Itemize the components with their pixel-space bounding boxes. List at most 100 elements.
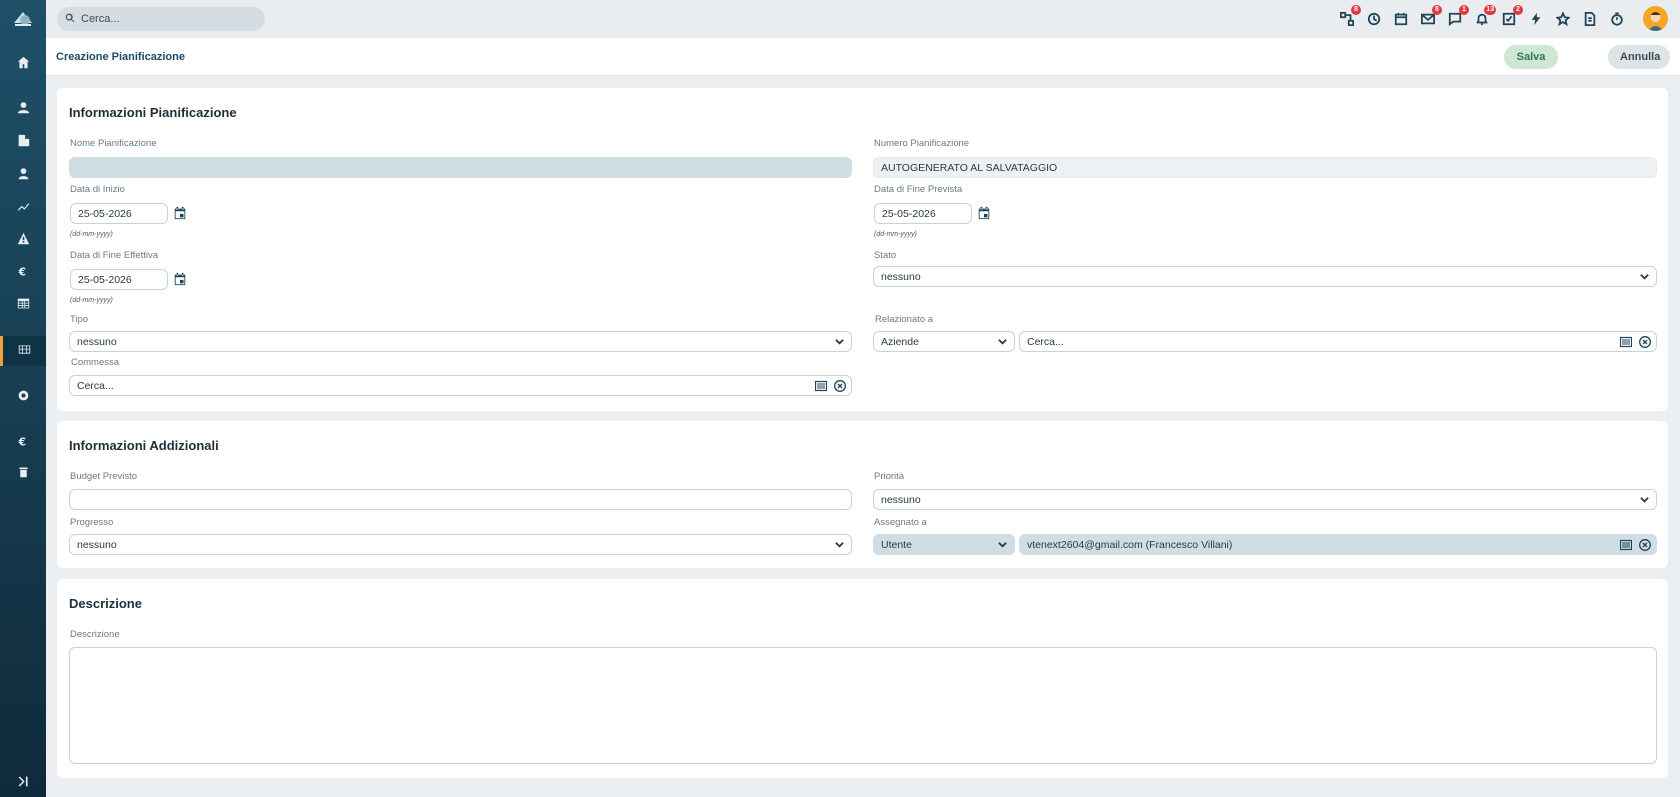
relazionato-module-value: Aziende xyxy=(881,335,919,348)
process-icon[interactable]: 8 xyxy=(1339,5,1361,27)
tipo-select[interactable]: nessuno xyxy=(69,331,852,352)
date-format-hint: (dd-mm-yyyy) xyxy=(874,231,917,238)
sidebar-item-finance[interactable]: € xyxy=(0,258,46,288)
chevron-down-icon xyxy=(835,540,844,549)
progresso-value: nessuno xyxy=(77,538,117,551)
sidebar-item-settings[interactable] xyxy=(0,382,46,412)
priorita-select[interactable]: nessuno xyxy=(873,489,1657,510)
search-icon xyxy=(65,13,75,26)
chevron-down-icon xyxy=(835,337,844,346)
sidebar-item-billing[interactable]: € xyxy=(0,428,46,458)
save-button[interactable]: Salva xyxy=(1504,45,1558,69)
euro-icon: € xyxy=(17,265,30,281)
sidebar-item-companies[interactable] xyxy=(0,127,46,157)
assegnato-type-value: Utente xyxy=(881,538,912,551)
sidebar-item-sales[interactable] xyxy=(0,193,46,223)
clear-icon[interactable] xyxy=(1639,336,1651,348)
section-title: Descrizione xyxy=(69,596,142,611)
trend-icon xyxy=(17,200,30,216)
section-informazioni-addizionali: Informazioni Addizionali Budget Previsto… xyxy=(57,421,1668,568)
sidebar-item-people[interactable] xyxy=(0,160,46,190)
data-inizio-label: Data di Inizio xyxy=(70,184,125,195)
tasks-badge: 2 xyxy=(1513,5,1523,15)
calendar-icon[interactable] xyxy=(977,206,991,220)
data-fine-prevista-input[interactable]: 25-05-2026 xyxy=(874,203,972,224)
bell-icon[interactable]: 13 xyxy=(1474,5,1496,27)
budget-input[interactable] xyxy=(69,489,852,510)
star-icon[interactable] xyxy=(1555,11,1571,27)
tipo-label: Tipo xyxy=(70,314,89,325)
chat-badge: 1 xyxy=(1459,5,1469,15)
home-icon xyxy=(17,56,30,72)
calendar-icon[interactable] xyxy=(173,206,187,220)
tasks-icon[interactable]: 2 xyxy=(1501,5,1523,27)
document-icon[interactable] xyxy=(1582,11,1598,27)
date-format-hint: (dd-mm-yyyy) xyxy=(70,297,113,304)
page-header: Creazione Pianificazione Salva Annulla xyxy=(46,38,1680,76)
sidebar-item-table[interactable] xyxy=(0,290,46,320)
commessa-label: Commessa xyxy=(71,357,120,368)
relazionato-module-select[interactable]: Aziende xyxy=(873,331,1015,352)
timer-icon[interactable] xyxy=(1609,11,1625,27)
sidebar-item-archive[interactable] xyxy=(0,458,46,488)
data-fine-effettiva-input[interactable]: 25-05-2026 xyxy=(70,269,168,290)
stato-value: nessuno xyxy=(881,270,921,283)
sidebar-item-planning[interactable] xyxy=(0,336,46,366)
bell-badge: 13 xyxy=(1484,5,1496,15)
relazionato-search-placeholder: Cerca... xyxy=(1027,335,1064,348)
user-outline-icon xyxy=(17,101,30,117)
sidebar-expand-button[interactable] xyxy=(0,768,46,797)
cancel-button[interactable]: Annulla xyxy=(1608,45,1670,69)
mail-badge: 8 xyxy=(1432,5,1442,15)
euro-icon: € xyxy=(17,435,30,451)
history-icon[interactable] xyxy=(1366,11,1382,27)
calendar-icon[interactable] xyxy=(1393,11,1409,27)
app-logo-icon[interactable] xyxy=(11,9,35,29)
numero-label: Numero Pianificazione xyxy=(874,138,970,149)
global-search[interactable] xyxy=(57,7,265,31)
search-input[interactable] xyxy=(81,13,251,25)
data-inizio-input[interactable]: 25-05-2026 xyxy=(70,203,168,224)
chevron-down-icon xyxy=(1640,495,1649,504)
sidebar-item-home[interactable] xyxy=(0,49,46,79)
chat-icon[interactable]: 1 xyxy=(1447,5,1469,27)
expand-icon xyxy=(17,775,30,791)
progresso-select[interactable]: nessuno xyxy=(69,534,852,555)
svg-text:€: € xyxy=(17,267,25,278)
mail-icon[interactable]: 8 xyxy=(1420,5,1442,27)
calendar-icon[interactable] xyxy=(173,272,187,286)
grid-icon xyxy=(18,343,31,359)
section-title: Informazioni Addizionali xyxy=(69,438,219,453)
tipo-value: nessuno xyxy=(77,335,117,348)
section-descrizione: Descrizione Descrizione xyxy=(57,579,1668,778)
assegnato-user-field[interactable]: vtenext2604@gmail.com (Francesco Villani… xyxy=(1019,534,1657,555)
warning-icon xyxy=(17,232,30,248)
clear-icon[interactable] xyxy=(1639,539,1651,551)
svg-text:€: € xyxy=(17,437,25,448)
sidebar-item-tickets[interactable] xyxy=(0,225,46,255)
assegnato-type-select[interactable]: Utente xyxy=(873,534,1015,555)
avatar[interactable] xyxy=(1643,6,1668,31)
list-icon[interactable] xyxy=(1619,539,1633,551)
topbar: 8 8 1 13 2 xyxy=(46,0,1680,38)
chevron-down-icon xyxy=(998,540,1007,549)
commessa-search-placeholder: Cerca... xyxy=(77,379,114,392)
numero-pianificazione-field: AUTOGENERATO AL SALVATAGGIO xyxy=(873,157,1657,178)
stato-label: Stato xyxy=(874,250,897,261)
commessa-search-field[interactable]: Cerca... xyxy=(69,375,852,396)
relazionato-label: Relazionato a xyxy=(875,314,934,325)
list-icon[interactable] xyxy=(814,380,828,392)
nome-pianificazione-input[interactable] xyxy=(69,157,852,178)
person-icon xyxy=(17,167,30,183)
sidebar-item-contacts[interactable] xyxy=(0,94,46,124)
list-icon[interactable] xyxy=(1619,336,1633,348)
relazionato-search-field[interactable]: Cerca... xyxy=(1019,331,1657,352)
clear-icon[interactable] xyxy=(834,380,846,392)
table-icon xyxy=(17,297,30,313)
data-fine-prevista-label: Data di Fine Prevista xyxy=(874,184,963,195)
stato-select[interactable]: nessuno xyxy=(873,266,1657,287)
descrizione-textarea[interactable] xyxy=(69,647,1657,764)
descrizione-label: Descrizione xyxy=(70,629,120,640)
bolt-icon[interactable] xyxy=(1528,11,1544,27)
priorita-label: Priorità xyxy=(874,471,905,482)
